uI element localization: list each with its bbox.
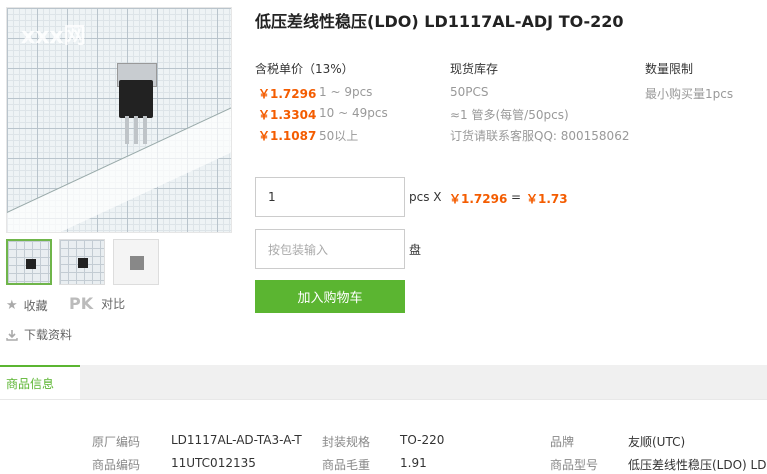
favorite-button[interactable]: ★ 收藏	[6, 297, 48, 314]
spec-label: 商品编码	[92, 458, 141, 472]
total-price: ￥1.73	[526, 192, 568, 206]
unit-price: ￥1.7296	[449, 192, 508, 206]
price-header: 含税单价（13%）	[255, 62, 354, 76]
chip-lead	[134, 116, 138, 144]
spec-label: 原厂编码	[92, 435, 141, 449]
spec-label: 商品型号	[550, 458, 599, 472]
pk-icon: PK	[69, 294, 94, 313]
spec-label: 商品毛重	[322, 458, 371, 472]
package-unit: 盘	[409, 243, 422, 257]
favorite-label: 收藏	[23, 299, 48, 313]
watermark: xxx网	[21, 24, 86, 49]
tier-qty: 10 ~ 49pcs	[319, 106, 388, 120]
tier-price: ￥1.7296	[258, 87, 317, 101]
chip-lead	[125, 116, 129, 144]
spec-value: 11UTC012135	[171, 456, 256, 470]
thumb-chip	[78, 258, 88, 268]
thumbnail-3[interactable]	[113, 239, 159, 285]
spec-value: TO-220	[400, 433, 445, 447]
product-title: 低压差线性稳压(LDO) LD1117AL-ADJ TO-220	[255, 12, 624, 31]
tier-price: ￥1.3304	[258, 108, 317, 122]
tier-qty: 1 ~ 9pcs	[319, 85, 373, 99]
tab-bar	[0, 365, 767, 399]
limit-header: 数量限制	[645, 62, 694, 76]
chip-body	[119, 80, 153, 118]
divider	[0, 399, 767, 400]
quantity-unit: pcs X	[409, 190, 442, 204]
thumb-chip	[130, 256, 144, 270]
spec-value: LD1117AL-AD-TA3-A-T	[171, 433, 302, 447]
stock-package: ≈1 管多(每管/50pcs)	[450, 108, 569, 122]
stock-amount: 50PCS	[450, 85, 489, 99]
download-icon	[6, 329, 18, 341]
package-input[interactable]: 按包装输入	[255, 229, 405, 269]
equals-sign: =	[511, 190, 522, 204]
thumbnail-1[interactable]	[6, 239, 52, 285]
product-main-image[interactable]: xxx网	[6, 7, 232, 233]
tier-qty: 50以上	[319, 129, 359, 143]
spec-value: 友顺(UTC)	[628, 435, 686, 449]
limit-min: 最小购买量1pcs	[645, 87, 734, 101]
spec-label: 品牌	[550, 435, 575, 449]
spec-value: 低压差线性稳压(LDO) LD...	[628, 458, 767, 472]
ruler-graphic	[7, 100, 231, 232]
compare-button[interactable]: PK 对比	[69, 294, 125, 313]
tier-price: ￥1.1087	[258, 129, 317, 143]
thumb-chip	[26, 259, 36, 269]
thumbnail-2[interactable]	[59, 239, 105, 285]
chip-lead	[143, 116, 147, 144]
compare-label: 对比	[101, 297, 126, 311]
download-label: 下载资料	[24, 328, 73, 342]
stock-header: 现货库存	[450, 62, 499, 76]
stock-contact: 订货请联系客服QQ: 800158062	[450, 129, 630, 143]
add-to-cart-button[interactable]: 加入购物车	[255, 280, 405, 313]
spec-label: 封装规格	[322, 435, 371, 449]
spec-value: 1.91	[400, 456, 427, 470]
tab-product-info[interactable]: 商品信息	[0, 365, 80, 399]
quantity-input[interactable]: 1	[255, 177, 405, 217]
download-datasheet-link[interactable]: 下载资料	[6, 326, 72, 343]
star-icon: ★	[6, 298, 18, 313]
